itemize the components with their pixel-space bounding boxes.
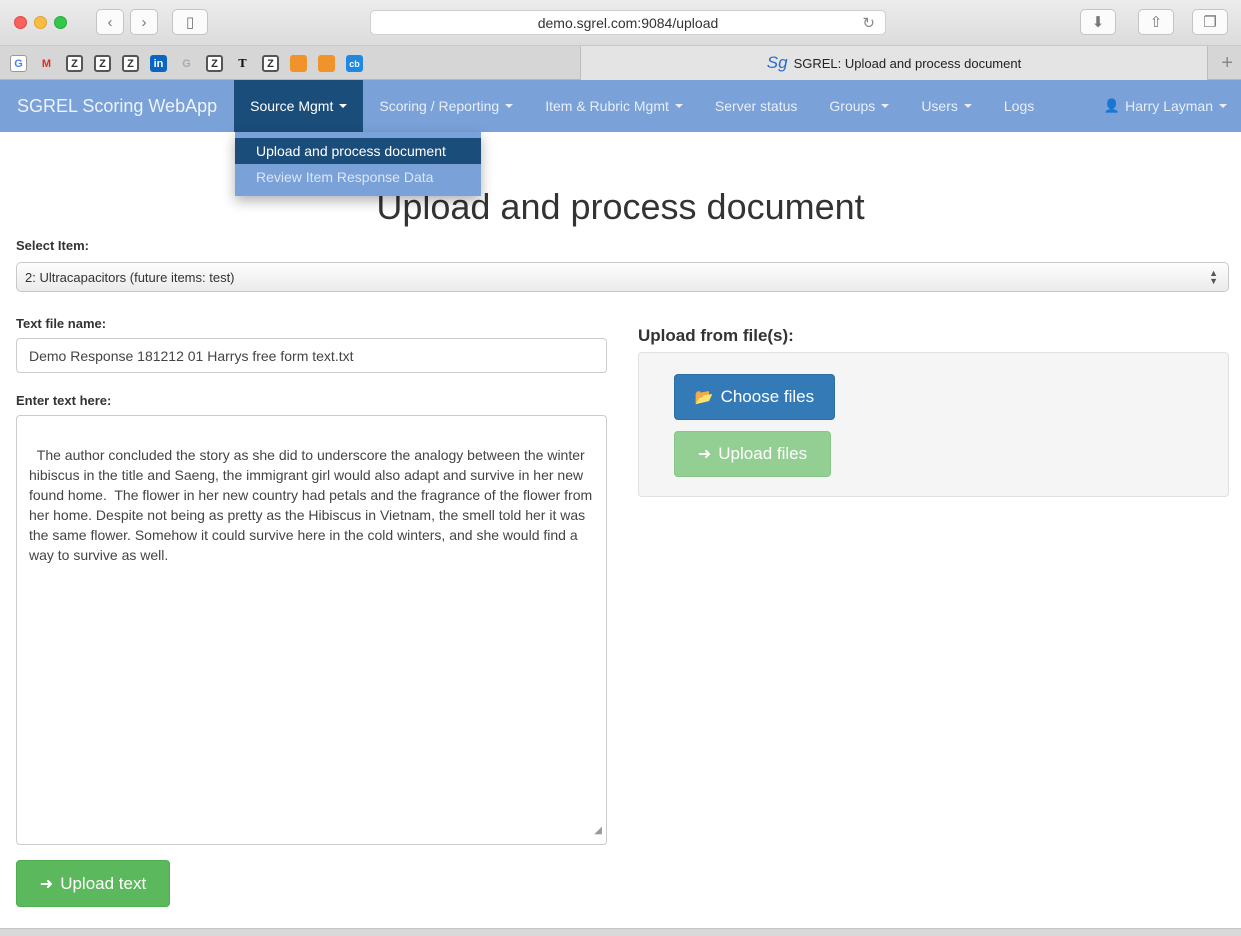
response-text: The author concluded the story as she di… bbox=[29, 447, 597, 563]
bookmark-cb-icon[interactable]: cb bbox=[346, 55, 363, 72]
caret-down-icon bbox=[674, 104, 683, 108]
bookmark-box-icon[interactable] bbox=[290, 55, 307, 72]
sidebar-icon: ▯ bbox=[185, 14, 195, 31]
nav-server-status[interactable]: Server status bbox=[699, 80, 813, 132]
select-item-dropdown[interactable]: 2: Ultracapacitors (future items: test) … bbox=[16, 262, 1229, 292]
text-file-name-value: Demo Response 181212 01 Harrys free form… bbox=[29, 347, 354, 364]
caret-down-icon bbox=[963, 104, 972, 108]
bookmark-z-icon[interactable]: Z bbox=[206, 55, 223, 72]
sidebar-toggle-button[interactable]: ▯ bbox=[172, 9, 208, 35]
nav-users[interactable]: Users bbox=[905, 80, 988, 132]
user-name: Harry Layman bbox=[1125, 98, 1213, 114]
resize-handle-icon[interactable]: ◢ bbox=[594, 821, 602, 841]
bookmark-google-faded-icon[interactable]: G bbox=[178, 55, 195, 72]
browser-titlebar: ‹ › ▯ demo.sgrel.com:9084/upload ↻ ⬇ ⇧ ❐ bbox=[0, 0, 1241, 46]
text-file-name-input[interactable]: Demo Response 181212 01 Harrys free form… bbox=[16, 338, 607, 373]
source-mgmt-dropdown: Upload and process document Review Item … bbox=[235, 132, 481, 196]
arrow-right-icon: ➜ bbox=[697, 446, 712, 463]
nav-label: Server status bbox=[714, 98, 798, 114]
nav-label: Users bbox=[921, 98, 958, 114]
folder-open-icon: 📂 bbox=[694, 389, 714, 406]
url-text: demo.sgrel.com:9084/upload bbox=[537, 14, 719, 31]
bookmark-z-icon[interactable]: Z bbox=[94, 55, 111, 72]
text-file-name-label: Text file name: bbox=[16, 316, 107, 331]
tabs-overview-button[interactable]: ❐ bbox=[1192, 9, 1228, 35]
reload-icon[interactable]: ↻ bbox=[862, 14, 875, 32]
upload-files-button[interactable]: ➜ Upload files bbox=[674, 431, 831, 477]
caret-down-icon bbox=[339, 104, 348, 108]
caret-down-icon bbox=[881, 104, 890, 108]
nav-label: Logs bbox=[1003, 98, 1035, 114]
active-browser-tab[interactable]: Sg SGREL: Upload and process document bbox=[580, 46, 1208, 80]
share-icon: ⇧ bbox=[1149, 14, 1163, 31]
chevron-right-icon: › bbox=[141, 13, 147, 31]
nav-label: Groups bbox=[829, 98, 876, 114]
app-brand[interactable]: SGREL Scoring WebApp bbox=[0, 80, 234, 132]
select-arrows-icon: ▲ ▼ bbox=[1209, 268, 1218, 286]
tabs-icon: ❐ bbox=[1203, 14, 1217, 31]
nav-label: Scoring / Reporting bbox=[379, 98, 500, 114]
choose-files-label: Choose files bbox=[720, 387, 815, 406]
nav-groups[interactable]: Groups bbox=[813, 80, 905, 132]
bookmark-linkedin-icon[interactable]: in bbox=[150, 55, 167, 72]
close-window-button[interactable] bbox=[14, 16, 27, 29]
nav-label: Item & Rubric Mgmt bbox=[545, 98, 669, 114]
share-button[interactable]: ⇧ bbox=[1138, 9, 1174, 35]
tab-title: SGREL: Upload and process document bbox=[793, 55, 1022, 71]
app-navbar: SGREL Scoring WebApp Source Mgmt Scoring… bbox=[0, 80, 1241, 132]
bookmark-z-icon[interactable]: Z bbox=[66, 55, 83, 72]
arrow-right-icon: ➜ bbox=[39, 875, 54, 893]
bookmark-z-icon[interactable]: Z bbox=[122, 55, 139, 72]
forward-button[interactable]: › bbox=[130, 9, 158, 35]
dropdown-item-upload-process[interactable]: Upload and process document bbox=[235, 138, 481, 164]
upload-from-files-heading: Upload from file(s): bbox=[638, 326, 794, 345]
bookmark-gmail-icon[interactable]: M bbox=[38, 55, 55, 72]
chevron-left-icon: ‹ bbox=[107, 13, 113, 31]
nav-logs[interactable]: Logs bbox=[988, 80, 1050, 132]
choose-files-button[interactable]: 📂 Choose files bbox=[674, 374, 835, 420]
caret-down-icon bbox=[1219, 104, 1227, 108]
zoom-window-button[interactable] bbox=[54, 16, 67, 29]
response-textarea[interactable]: The author concluded the story as she di… bbox=[16, 415, 607, 845]
upload-files-label: Upload files bbox=[718, 444, 808, 463]
caret-down-icon bbox=[505, 104, 514, 108]
bookmarks-tabs-bar: G M Z Z Z in G Z T Z cb Sg SGREL: Upload… bbox=[0, 46, 1241, 80]
minimize-window-button[interactable] bbox=[34, 16, 47, 29]
downloads-button[interactable]: ⬇ bbox=[1080, 9, 1116, 35]
address-bar[interactable]: demo.sgrel.com:9084/upload ↻ bbox=[370, 10, 886, 35]
select-item-label: Select Item: bbox=[16, 238, 89, 253]
nav-user-menu[interactable]: 👤 Harry Layman bbox=[1088, 80, 1241, 132]
user-icon: 👤 bbox=[1103, 98, 1121, 113]
nav-label: Source Mgmt bbox=[250, 98, 334, 114]
upload-text-button[interactable]: ➜ Upload text bbox=[16, 860, 170, 907]
nav-item-rubric-mgmt[interactable]: Item & Rubric Mgmt bbox=[529, 80, 699, 132]
page-title: Upload and process document bbox=[376, 186, 865, 227]
dropdown-item-review-responses[interactable]: Review Item Response Data bbox=[235, 164, 481, 190]
nav-scoring-reporting[interactable]: Scoring / Reporting bbox=[363, 80, 529, 132]
back-button[interactable]: ‹ bbox=[96, 9, 124, 35]
download-icon: ⬇ bbox=[1091, 14, 1105, 31]
sgrel-favicon-icon: Sg bbox=[766, 53, 788, 72]
bookmark-google-icon[interactable]: G bbox=[10, 55, 27, 72]
enter-text-label: Enter text here: bbox=[16, 393, 112, 408]
bookmark-box-icon[interactable] bbox=[318, 55, 335, 72]
bookmark-nytimes-icon[interactable]: T bbox=[234, 55, 251, 72]
bottom-edge bbox=[0, 928, 1241, 936]
select-item-value: 2: Ultracapacitors (future items: test) bbox=[25, 269, 235, 285]
upload-text-label: Upload text bbox=[60, 873, 147, 893]
nav-source-mgmt[interactable]: Source Mgmt bbox=[234, 80, 364, 132]
bookmark-z-icon[interactable]: Z bbox=[262, 55, 279, 72]
new-tab-button[interactable]: + bbox=[1221, 52, 1233, 75]
